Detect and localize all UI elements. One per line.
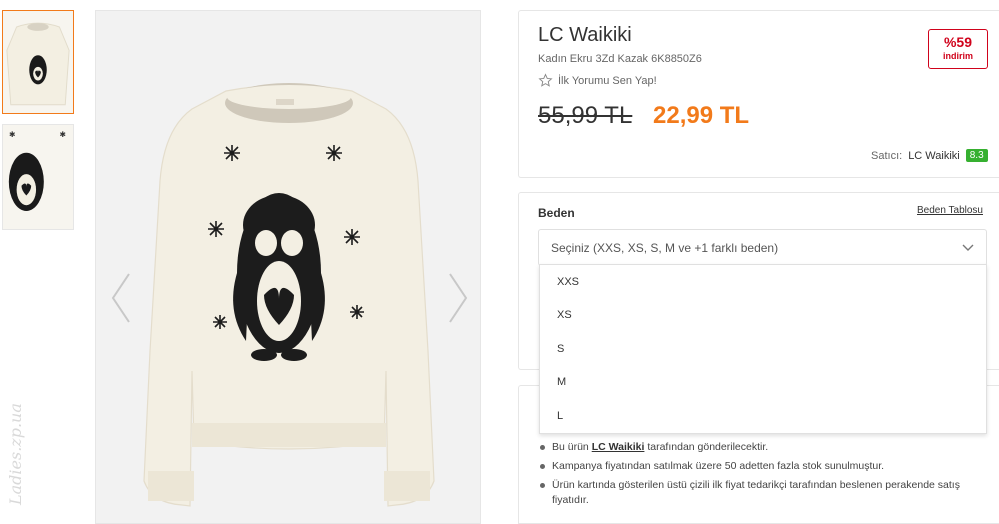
size-option-xxs[interactable]: XXS <box>540 265 986 299</box>
info-bullet-price: Ürün kartında gösterilen üstü çizili ilk… <box>538 478 978 508</box>
size-select[interactable]: Seçiniz (XXS, XS, S, M ve +1 farklı bede… <box>538 229 987 266</box>
product-name: Kadın Ekru 3Zd Kazak 6K8850Z6 <box>538 53 702 65</box>
thumbnail-front[interactable] <box>2 10 74 114</box>
seller-label: Satıcı: <box>871 149 903 162</box>
discount-label: indirim <box>942 51 973 61</box>
discount-badge: %59 indirim <box>928 29 988 69</box>
brand-name[interactable]: LC Waikiki <box>538 24 632 47</box>
svg-text:✱: ✱ <box>59 130 66 139</box>
thumbnail-front-image <box>3 11 73 113</box>
discount-percent: %59 <box>943 34 973 50</box>
size-select-placeholder: Seçiniz (XXS, XS, S, M ve +1 farklı bede… <box>551 241 779 255</box>
info-bullet-stock: Kampanya fiyatından satılmak üzere 50 ad… <box>538 459 978 474</box>
svg-text:✱: ✱ <box>9 130 16 139</box>
size-option-xs[interactable]: XS <box>540 299 986 333</box>
thumbnail-closeup-image: ✱ ✱ <box>3 125 73 229</box>
main-product-image <box>95 10 481 524</box>
shipping-text-suffix: tarafından gönderilecektir. <box>644 441 769 453</box>
watermark-text: Ladies.zp.ua <box>6 403 25 505</box>
first-review-link[interactable]: İlk Yorumu Sen Yap! <box>538 73 657 88</box>
thumbnail-closeup[interactable]: ✱ ✱ <box>2 124 74 230</box>
product-info-card: LC Waikiki Kadın Ekru 3Zd Kazak 6K8850Z6… <box>518 10 999 178</box>
star-outline-icon <box>538 73 553 87</box>
previous-image-button[interactable] <box>110 272 132 324</box>
seller-info: Satıcı: LC Waikiki 8.3 <box>871 149 988 162</box>
chevron-down-icon <box>962 244 974 252</box>
chevron-left-icon <box>111 273 130 323</box>
size-dropdown-list: XXS XS S M L <box>539 264 987 434</box>
info-bullet-list: Bu ürün LC Waikiki tarafından gönderilec… <box>538 440 978 512</box>
size-option-s[interactable]: S <box>540 332 986 366</box>
size-chart-link[interactable]: Beden Tablosu <box>917 205 983 216</box>
seller-name-link[interactable]: LC Waikiki <box>908 150 960 162</box>
sweater-image <box>96 11 480 523</box>
new-price: 22,99 TL <box>653 102 750 129</box>
chevron-right-icon <box>449 273 468 323</box>
size-option-l[interactable]: L <box>540 399 986 433</box>
size-option-m[interactable]: M <box>540 366 986 400</box>
shipping-text-prefix: Bu ürün <box>552 441 592 453</box>
info-bullet-shipping: Bu ürün LC Waikiki tarafından gönderilec… <box>538 440 978 455</box>
seller-score-badge: 8.3 <box>965 149 988 162</box>
old-price: 55,99 TL <box>538 102 633 129</box>
shipping-brand-link[interactable]: LC Waikiki <box>592 441 645 453</box>
next-image-button[interactable] <box>447 272 469 324</box>
first-review-label: İlk Yorumu Sen Yap! <box>558 74 657 87</box>
size-title: Beden <box>538 206 575 220</box>
